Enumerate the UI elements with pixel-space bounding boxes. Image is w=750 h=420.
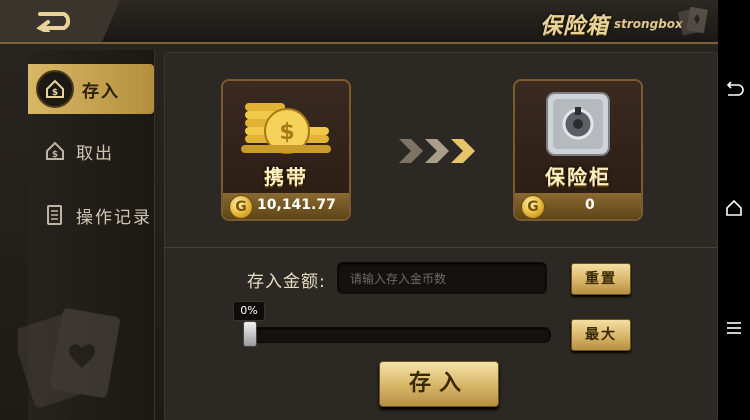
coin-icon: G	[521, 195, 545, 219]
reset-button[interactable]: 重置	[571, 263, 631, 295]
safe-icon	[546, 92, 610, 156]
sidebar-item-withdraw[interactable]: $ 取出	[28, 126, 154, 176]
top-bar: 保险箱 strongbox	[0, 0, 718, 44]
record-icon	[42, 202, 68, 228]
strongbox-window: 保险箱 strongbox $ 存入 $ 取出 操作记录 $ 携带 G 10,1…	[0, 0, 718, 420]
sidebar-item-label: 操作记录	[76, 207, 152, 228]
divider	[165, 247, 717, 248]
page-title: 保险箱 strongbox	[508, 0, 718, 42]
safe-value: 0	[585, 197, 595, 213]
home-nav-icon[interactable]	[724, 198, 744, 218]
sidebar-item-label: 存入	[82, 81, 120, 102]
back-nav-icon[interactable]	[724, 80, 744, 100]
amount-label: 存入金额:	[247, 272, 326, 292]
carry-balance: G 10,141.77	[223, 193, 349, 219]
carry-box: $ 携带 G 10,141.77	[221, 79, 351, 221]
menu-nav-icon[interactable]	[724, 318, 744, 338]
safe-caption: 保险柜	[545, 165, 611, 189]
safe-box: 保险柜 G 0	[513, 79, 643, 221]
deposit-button[interactable]: 存入	[379, 361, 499, 407]
sidebar-item-records[interactable]: 操作记录	[28, 190, 154, 240]
back-button[interactable]	[0, 0, 120, 42]
transfer-arrows-icon	[399, 139, 475, 163]
deposit-icon: $	[36, 70, 74, 108]
deposit-panel: $ 携带 G 10,141.77 保险柜 G 0 存入金额: 请输入存入金币数 …	[164, 52, 718, 420]
svg-text:$: $	[279, 120, 294, 145]
svg-text:$: $	[52, 88, 58, 98]
carry-value: 10,141.77	[257, 197, 336, 213]
sidebar-item-label: 取出	[76, 143, 114, 164]
system-nav-bar	[718, 0, 750, 420]
svg-text:$: $	[52, 150, 58, 160]
sidebar-item-deposit[interactable]: $ 存入	[28, 64, 154, 114]
withdraw-icon: $	[42, 138, 68, 164]
slider-handle[interactable]	[243, 321, 257, 347]
gold-coins-icon: $	[241, 103, 331, 154]
carry-caption: 携带	[264, 165, 308, 189]
title-text: 保险箱	[540, 14, 610, 39]
percent-indicator: 0%	[233, 301, 265, 321]
back-arrow-icon	[36, 12, 71, 32]
coin-icon: G	[229, 195, 253, 219]
playing-cards-icon	[18, 308, 120, 408]
title-subtext: strongbox	[614, 17, 683, 31]
max-button[interactable]: 最大	[571, 319, 631, 351]
safe-balance: G 0	[515, 193, 641, 219]
card-deco-icon	[678, 6, 708, 36]
amount-input[interactable]: 请输入存入金币数	[337, 262, 547, 294]
amount-slider[interactable]	[243, 327, 551, 343]
